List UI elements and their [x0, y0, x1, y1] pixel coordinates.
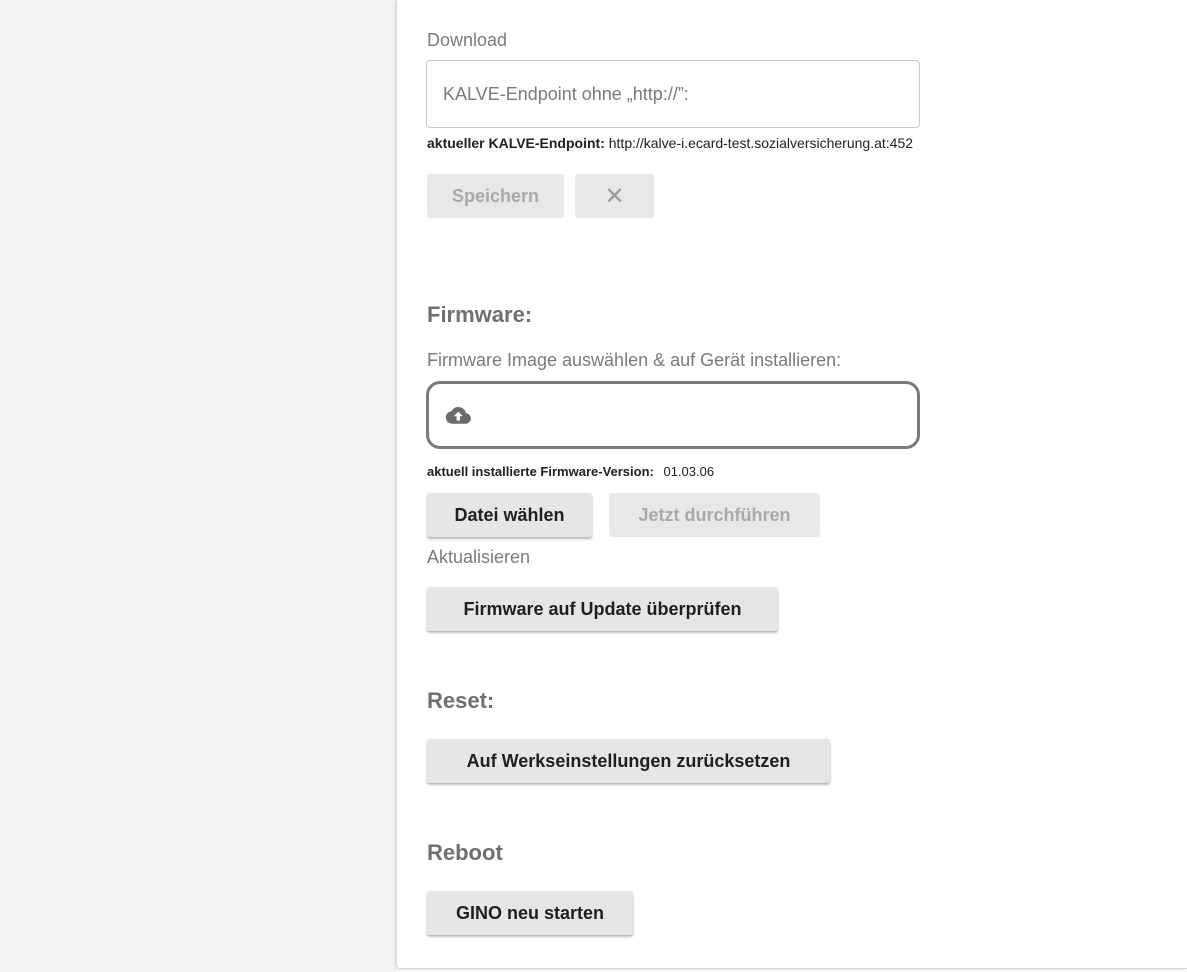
kalve-endpoint-field[interactable] [426, 60, 920, 128]
cancel-button[interactable]: ✕ [575, 174, 654, 218]
cloud-upload-icon [445, 407, 471, 424]
kalve-endpoint-input[interactable] [427, 61, 919, 127]
save-button[interactable]: Speichern [427, 174, 564, 218]
settings-panel: Download aktueller KALVE-Endpoint: http:… [396, 0, 1187, 969]
current-endpoint-info: aktueller KALVE-Endpoint: http://kalve-i… [427, 135, 913, 151]
current-endpoint-value: http://kalve-i.ecard-test.sozialversiche… [608, 135, 914, 151]
download-label: Download [427, 30, 508, 50]
reboot-title: Reboot [427, 840, 503, 865]
close-icon: ✕ [604, 182, 625, 210]
run-now-button[interactable]: Jetzt durchführen [609, 493, 820, 537]
firmware-title: Firmware: [427, 302, 533, 327]
choose-file-button[interactable]: Datei wählen [427, 493, 592, 537]
reset-title: Reset: [427, 688, 495, 713]
left-background [0, 0, 396, 972]
firmware-version-label: aktuell installierte Firmware-Version: [427, 464, 654, 479]
current-endpoint-label: aktueller KALVE-Endpoint: [427, 135, 605, 151]
firmware-version-info: aktuell installierte Firmware-Version: 0… [427, 464, 714, 479]
check-update-button[interactable]: Firmware auf Update überprüfen [427, 587, 778, 631]
firmware-upload-field[interactable] [426, 381, 920, 449]
firmware-select-label: Firmware Image auswählen & auf Gerät ins… [427, 350, 842, 370]
update-label: Aktualisieren [427, 547, 531, 567]
restart-button[interactable]: GINO neu starten [427, 891, 633, 935]
firmware-version-value: 01.03.06 [663, 464, 715, 479]
factory-reset-button[interactable]: Auf Werkseinstellungen zurücksetzen [427, 739, 830, 783]
